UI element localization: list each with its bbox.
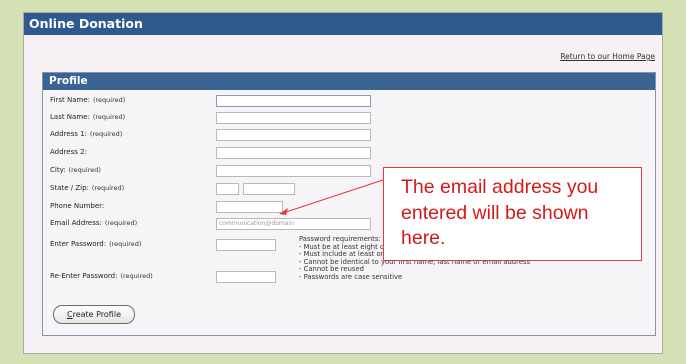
reenter-password-label: Re-Enter Password: (required) bbox=[50, 272, 153, 280]
email-field[interactable]: communication@domain bbox=[216, 218, 371, 230]
city-input[interactable] bbox=[216, 165, 371, 177]
address1-label: Address 1: (required) bbox=[50, 130, 123, 138]
phone-input[interactable] bbox=[216, 201, 283, 213]
annotation-callout: The email address you entered will be sh… bbox=[383, 167, 642, 261]
address2-input[interactable] bbox=[216, 147, 371, 159]
address2-label: Address 2: bbox=[50, 148, 87, 156]
window-title: Online Donation bbox=[24, 13, 662, 35]
zip-input[interactable] bbox=[243, 183, 295, 195]
address1-input[interactable] bbox=[216, 129, 371, 141]
password-label: Enter Password: (required) bbox=[50, 240, 142, 248]
reenter-password-input[interactable] bbox=[216, 271, 276, 283]
create-profile-button[interactable]: Create Profile bbox=[53, 305, 135, 324]
last-name-input[interactable] bbox=[216, 112, 371, 124]
phone-label: Phone Number: bbox=[50, 202, 105, 210]
password-input[interactable] bbox=[216, 239, 276, 251]
state-input[interactable] bbox=[216, 183, 239, 195]
home-page-link[interactable]: Return to our Home Page bbox=[560, 52, 655, 61]
state-zip-label: State / Zip: (required) bbox=[50, 184, 125, 192]
last-name-label: Last Name: (required) bbox=[50, 113, 126, 121]
first-name-label: First Name: (required) bbox=[50, 96, 126, 104]
first-name-input[interactable] bbox=[216, 95, 371, 107]
annotation-text: The email address you entered will be sh… bbox=[401, 176, 599, 249]
profile-header: Profile bbox=[43, 73, 655, 90]
email-label: Email Address: (required) bbox=[50, 219, 138, 227]
password-requirement-item: - Passwords are case sensitive bbox=[299, 272, 403, 281]
city-label: City: (required) bbox=[50, 166, 101, 174]
